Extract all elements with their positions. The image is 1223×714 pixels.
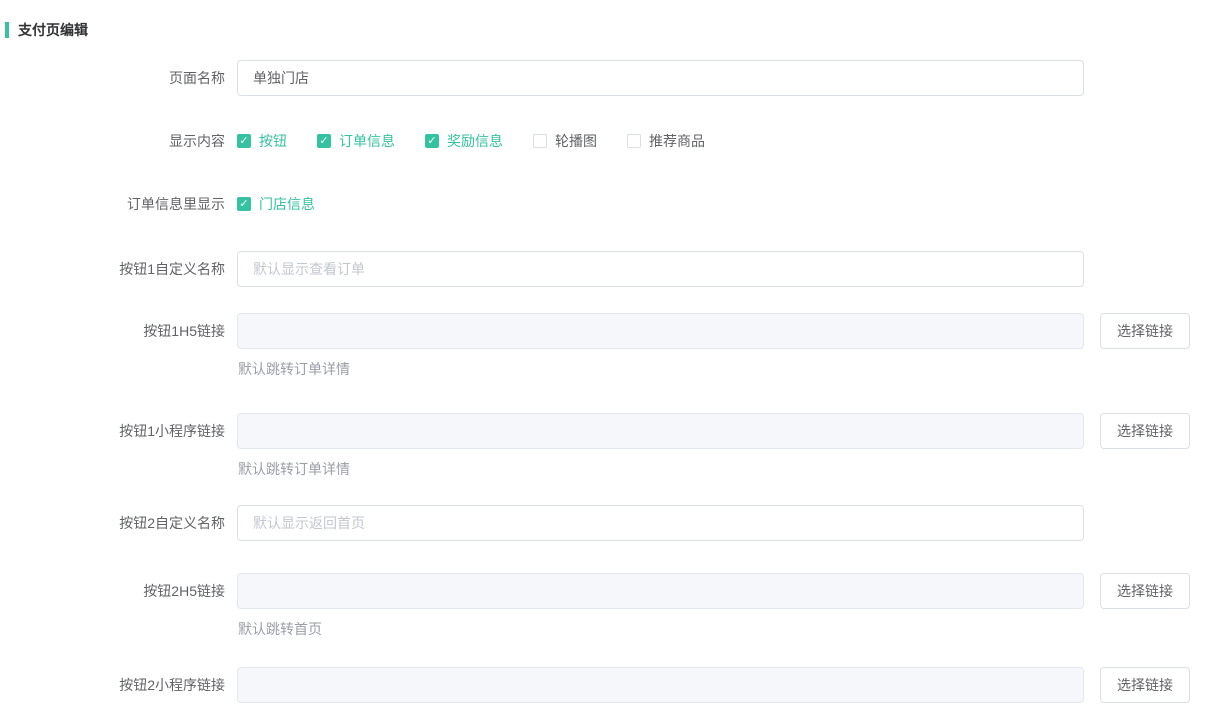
checkbox-icon: ✓ — [533, 134, 547, 148]
btn2-miniprogram-link-input — [237, 667, 1084, 703]
btn1-miniprogram-link-label: 按钮1小程序链接 — [0, 413, 225, 449]
checkbox-option-store-info[interactable]: ✓ 门店信息 — [237, 194, 315, 214]
btn1-h5-link-input — [237, 313, 1084, 349]
btn2-h5-link-label: 按钮2H5链接 — [0, 573, 225, 609]
checkbox-option-recommended-goods[interactable]: ✓ 推荐商品 — [627, 131, 705, 151]
display-content-label: 显示内容 — [0, 131, 225, 151]
btn1-miniprogram-select-link-button[interactable]: 选择链接 — [1100, 413, 1190, 449]
btn2-h5-helper-text: 默认跳转首页 — [237, 622, 1190, 636]
checkbox-icon: ✓ — [627, 134, 641, 148]
page-title: 支付页编辑 — [18, 20, 88, 40]
checkbox-option-buttons[interactable]: ✓ 按钮 — [237, 131, 287, 151]
btn1-miniprogram-helper-text: 默认跳转订单详情 — [237, 462, 1190, 476]
form-row-page-name: 页面名称 — [0, 60, 1223, 96]
btn2-custom-name-input[interactable] — [237, 505, 1084, 541]
form-row-display-content: 显示内容 ✓ 按钮 ✓ 订单信息 ✓ 奖励信息 ✓ 轮播图 ✓ 推荐商品 — [0, 131, 1223, 151]
form-row-btn1-custom-name: 按钮1自定义名称 — [0, 251, 1223, 287]
form-row-btn2-custom-name: 按钮2自定义名称 — [0, 505, 1223, 541]
checkbox-icon: ✓ — [425, 134, 439, 148]
checkbox-option-order-info[interactable]: ✓ 订单信息 — [317, 131, 395, 151]
form-row-btn2-miniprogram-link: 按钮2小程序链接 选择链接 — [0, 667, 1223, 703]
form-row-btn2-h5-link: 按钮2H5链接 选择链接 默认跳转首页 — [0, 573, 1223, 636]
checkbox-icon: ✓ — [237, 197, 251, 211]
order-info-display-label: 订单信息里显示 — [0, 194, 225, 214]
btn2-h5-link-input — [237, 573, 1084, 609]
page-name-label: 页面名称 — [0, 60, 225, 96]
btn1-custom-name-label: 按钮1自定义名称 — [0, 251, 225, 287]
btn2-miniprogram-link-label: 按钮2小程序链接 — [0, 667, 225, 703]
btn1-h5-select-link-button[interactable]: 选择链接 — [1100, 313, 1190, 349]
btn2-miniprogram-select-link-button[interactable]: 选择链接 — [1100, 667, 1190, 703]
form-row-btn1-miniprogram-link: 按钮1小程序链接 选择链接 默认跳转订单详情 — [0, 413, 1223, 476]
payment-page-edit-panel: 支付页编辑 页面名称 显示内容 ✓ 按钮 ✓ 订单信息 ✓ 奖励信息 ✓ — [0, 0, 1223, 714]
checkbox-icon: ✓ — [317, 134, 331, 148]
page-header: 支付页编辑 — [5, 20, 88, 40]
btn1-h5-helper-text: 默认跳转订单详情 — [237, 362, 1190, 376]
btn2-h5-select-link-button[interactable]: 选择链接 — [1100, 573, 1190, 609]
btn1-miniprogram-link-input — [237, 413, 1084, 449]
page-name-input[interactable] — [237, 60, 1084, 96]
form-row-order-info-display: 订单信息里显示 ✓ 门店信息 — [0, 194, 1223, 214]
btn2-custom-name-label: 按钮2自定义名称 — [0, 505, 225, 541]
btn1-h5-link-label: 按钮1H5链接 — [0, 313, 225, 349]
checkbox-option-reward-info[interactable]: ✓ 奖励信息 — [425, 131, 503, 151]
form-row-btn1-h5-link: 按钮1H5链接 选择链接 默认跳转订单详情 — [0, 313, 1223, 376]
checkbox-icon: ✓ — [237, 134, 251, 148]
btn1-custom-name-input[interactable] — [237, 251, 1084, 287]
checkbox-option-carousel[interactable]: ✓ 轮播图 — [533, 131, 597, 151]
title-accent-bar — [5, 22, 9, 38]
